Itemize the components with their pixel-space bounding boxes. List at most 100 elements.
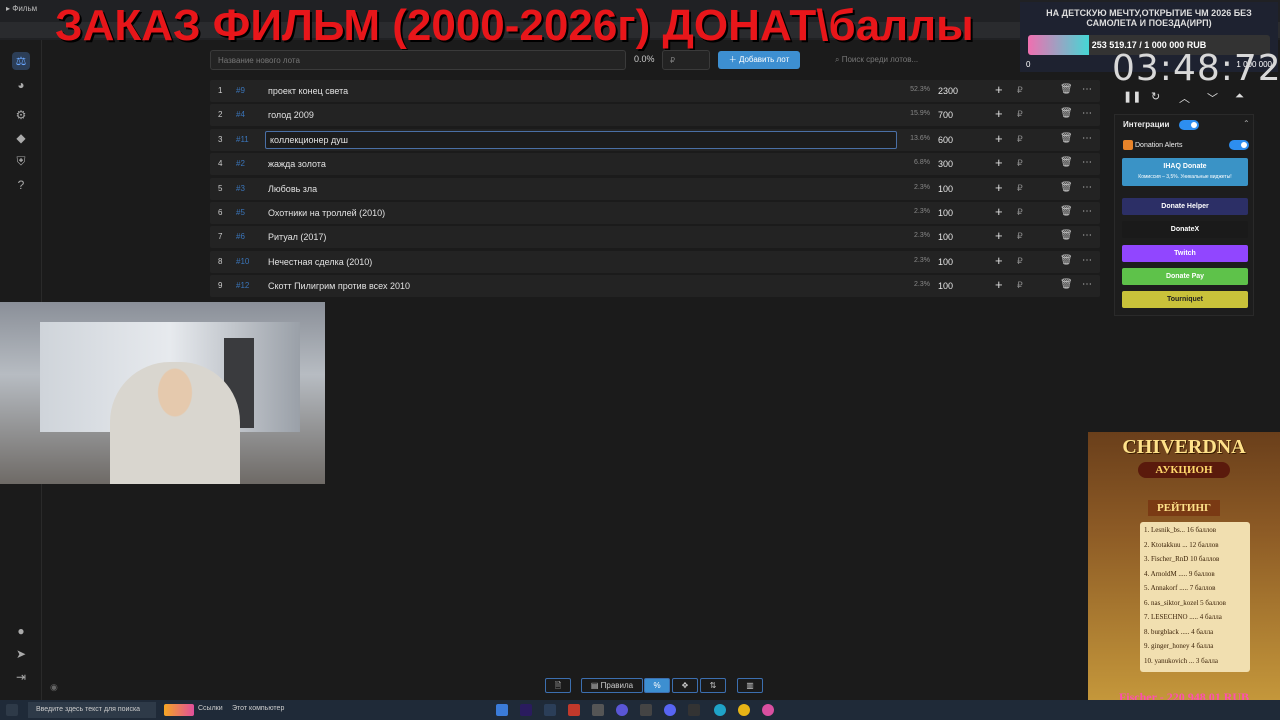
chevron-down-icon[interactable]: ﹀ xyxy=(1207,90,1218,106)
lot-row[interactable]: 9 #12 Скотт Пилигрим против всех 2010 2.3% 1… xyxy=(210,275,1100,298)
lot-amount[interactable]: 100 xyxy=(938,184,953,194)
move-icon[interactable]: ✥ xyxy=(672,678,698,693)
integration-button[interactable]: Donate Helper xyxy=(1122,198,1248,215)
lot-name[interactable]: Нечестная сделка (2010) xyxy=(268,257,372,267)
add-amount-icon[interactable]: + xyxy=(995,229,1003,243)
save-icon[interactable]: 🗎 xyxy=(545,678,571,693)
reset-icon[interactable]: ↻ xyxy=(1151,90,1160,103)
weather-icon[interactable] xyxy=(164,704,194,716)
integration-button[interactable]: Tourniquet xyxy=(1122,291,1248,308)
telegram-icon[interactable]: ➤ xyxy=(12,645,30,663)
lot-amount[interactable]: 2300 xyxy=(938,86,958,96)
clear-icon[interactable]: ▥ xyxy=(737,678,763,693)
delete-icon[interactable]: 🗑 xyxy=(1060,230,1073,241)
discord-icon[interactable] xyxy=(664,704,676,716)
lot-name[interactable]: Любовь зла xyxy=(268,184,317,194)
lot-name[interactable]: Охотники на троллей (2010) xyxy=(268,208,385,218)
add-amount-icon[interactable]: + xyxy=(995,180,1003,195)
obs-icon[interactable] xyxy=(688,704,700,716)
delete-icon[interactable]: 🗑 xyxy=(1060,157,1073,168)
calculator-icon[interactable] xyxy=(496,704,508,716)
add-amount-icon[interactable]: + xyxy=(995,131,1003,146)
lot-row[interactable]: 6 #5 Охотники на троллей (2010) 2.3% 100 + ₽ 🗑 ⋯ xyxy=(210,202,1100,224)
lot-name[interactable]: коллекционер душ xyxy=(265,130,897,149)
delete-icon[interactable]: 🗑 xyxy=(1060,279,1073,290)
more-icon[interactable]: ⋯ xyxy=(1082,108,1092,119)
shield-icon[interactable]: ⛨ xyxy=(12,152,30,170)
sort-icon[interactable]: ⇅ xyxy=(700,678,726,693)
settings-taskbar-icon[interactable] xyxy=(592,704,604,716)
lot-name[interactable]: проект конец света xyxy=(268,86,348,96)
add-lot-button[interactable]: ＋ Добавить лот xyxy=(718,51,800,69)
rules-button[interactable]: ▤ Правила xyxy=(581,678,643,693)
integration-button[interactable]: Twitch xyxy=(1122,245,1248,262)
percent-mode-button[interactable]: % xyxy=(644,678,670,693)
lot-row[interactable]: 3 #11 коллекционер душ 13.6% 600 + ₽ 🗑 ⋯ xyxy=(210,128,1100,151)
auction-icon[interactable]: ⚖ xyxy=(12,52,30,70)
double-up-icon[interactable]: ⏶ xyxy=(1235,90,1244,103)
lot-amount[interactable]: 100 xyxy=(938,232,953,242)
taskbar-this-pc[interactable]: Этот компьютер xyxy=(232,705,284,712)
logout-icon[interactable]: ⇥ xyxy=(12,668,30,686)
layers-icon[interactable]: ◆ xyxy=(12,129,30,147)
visibility-icon[interactable]: ◉ xyxy=(50,682,58,693)
lot-row[interactable]: 7 #6 Ритуал (2017) 2.3% 100 + ₽ 🗑 ⋯ xyxy=(210,226,1100,249)
settings-icon[interactable]: ⚙ xyxy=(12,106,30,124)
delete-icon[interactable]: 🗑 xyxy=(1060,206,1073,217)
add-amount-icon[interactable]: + xyxy=(995,205,1003,219)
vpn-icon[interactable] xyxy=(616,704,628,716)
lot-name[interactable]: жажда золота xyxy=(268,159,326,169)
browser-icon[interactable] xyxy=(762,704,774,716)
pause-icon[interactable]: ❚❚ xyxy=(1123,90,1141,103)
lot-amount[interactable]: 600 xyxy=(938,135,953,145)
taskbar-links[interactable]: Ссылки xyxy=(198,705,223,712)
lot-row[interactable]: 8 #10 Нечестная сделка (2010) 2.3% 100 + ₽ 🗑 ⋯ xyxy=(210,250,1100,273)
lot-amount[interactable]: 700 xyxy=(938,110,953,120)
premiere-icon[interactable] xyxy=(520,704,532,716)
add-amount-icon[interactable]: + xyxy=(995,83,1003,97)
integration-button[interactable]: Donate Pay xyxy=(1122,268,1248,285)
wheel-icon[interactable]: ◕ xyxy=(12,76,30,94)
new-lot-name-input[interactable]: Название нового лота xyxy=(210,50,626,70)
lot-name[interactable]: Ритуал (2017) xyxy=(268,232,326,242)
more-icon[interactable]: ⋯ xyxy=(1082,182,1092,193)
lot-amount[interactable]: 100 xyxy=(938,281,953,291)
delete-icon[interactable]: 🗑 xyxy=(1060,84,1073,95)
lot-row[interactable]: 2 #4 голод 2009 15.9% 700 + ₽ 🗑 ⋯ xyxy=(210,104,1100,127)
integration-button[interactable]: DonateX xyxy=(1122,221,1248,238)
new-lot-amount-input[interactable]: ₽ xyxy=(662,50,710,70)
lot-amount[interactable]: 100 xyxy=(938,257,953,267)
add-amount-icon[interactable]: + xyxy=(995,156,1003,170)
edge-icon[interactable] xyxy=(714,704,726,716)
help-icon[interactable]: ? xyxy=(12,176,30,194)
taskbar-search-input[interactable]: Введите здесь текст для поиска xyxy=(28,702,156,718)
add-amount-icon[interactable]: + xyxy=(995,107,1003,121)
lot-row[interactable]: 4 #2 жажда золота 6.8% 300 + ₽ 🗑 ⋯ xyxy=(210,153,1100,176)
integration-button[interactable]: IHAQ Donate Комиссия – 3,5%. Уникальные в… xyxy=(1122,158,1248,186)
app2-icon[interactable] xyxy=(640,704,652,716)
more-icon[interactable]: ⋯ xyxy=(1082,157,1092,168)
more-icon[interactable]: ⋯ xyxy=(1082,84,1092,95)
chrome-icon[interactable] xyxy=(738,704,750,716)
steam-icon[interactable] xyxy=(544,704,556,716)
lot-amount[interactable]: 100 xyxy=(938,208,953,218)
lot-search-input[interactable]: ⌕ Поиск среди лотов... xyxy=(828,50,1018,70)
delete-icon[interactable]: 🗑 xyxy=(1060,255,1073,266)
add-amount-icon[interactable]: + xyxy=(995,278,1003,292)
more-icon[interactable]: ⋯ xyxy=(1082,133,1092,144)
more-icon[interactable]: ⋯ xyxy=(1082,279,1092,290)
lot-row[interactable]: 5 #3 Любовь зла 2.3% 100 + ₽ 🗑 ⋯ xyxy=(210,177,1100,200)
chevron-up-icon[interactable]: ︿ xyxy=(1179,90,1190,106)
delete-icon[interactable]: 🗑 xyxy=(1060,108,1073,119)
add-amount-icon[interactable]: + xyxy=(995,253,1003,268)
lot-amount[interactable]: 300 xyxy=(938,159,953,169)
collapse-icon[interactable]: ⌃ xyxy=(1243,119,1250,128)
lot-name[interactable]: Скотт Пилигрим против всех 2010 xyxy=(268,281,410,291)
lot-name[interactable]: голод 2009 xyxy=(268,110,314,120)
more-icon[interactable]: ⋯ xyxy=(1082,230,1092,241)
more-icon[interactable]: ⋯ xyxy=(1082,206,1092,217)
lot-row[interactable]: 1 #9 проект конец света 52.3% 2300 + ₽ 🗑 ⋯ xyxy=(210,80,1100,102)
donation-alerts-toggle[interactable] xyxy=(1229,140,1249,150)
start-icon[interactable] xyxy=(6,704,18,716)
more-icon[interactable]: ⋯ xyxy=(1082,255,1092,266)
